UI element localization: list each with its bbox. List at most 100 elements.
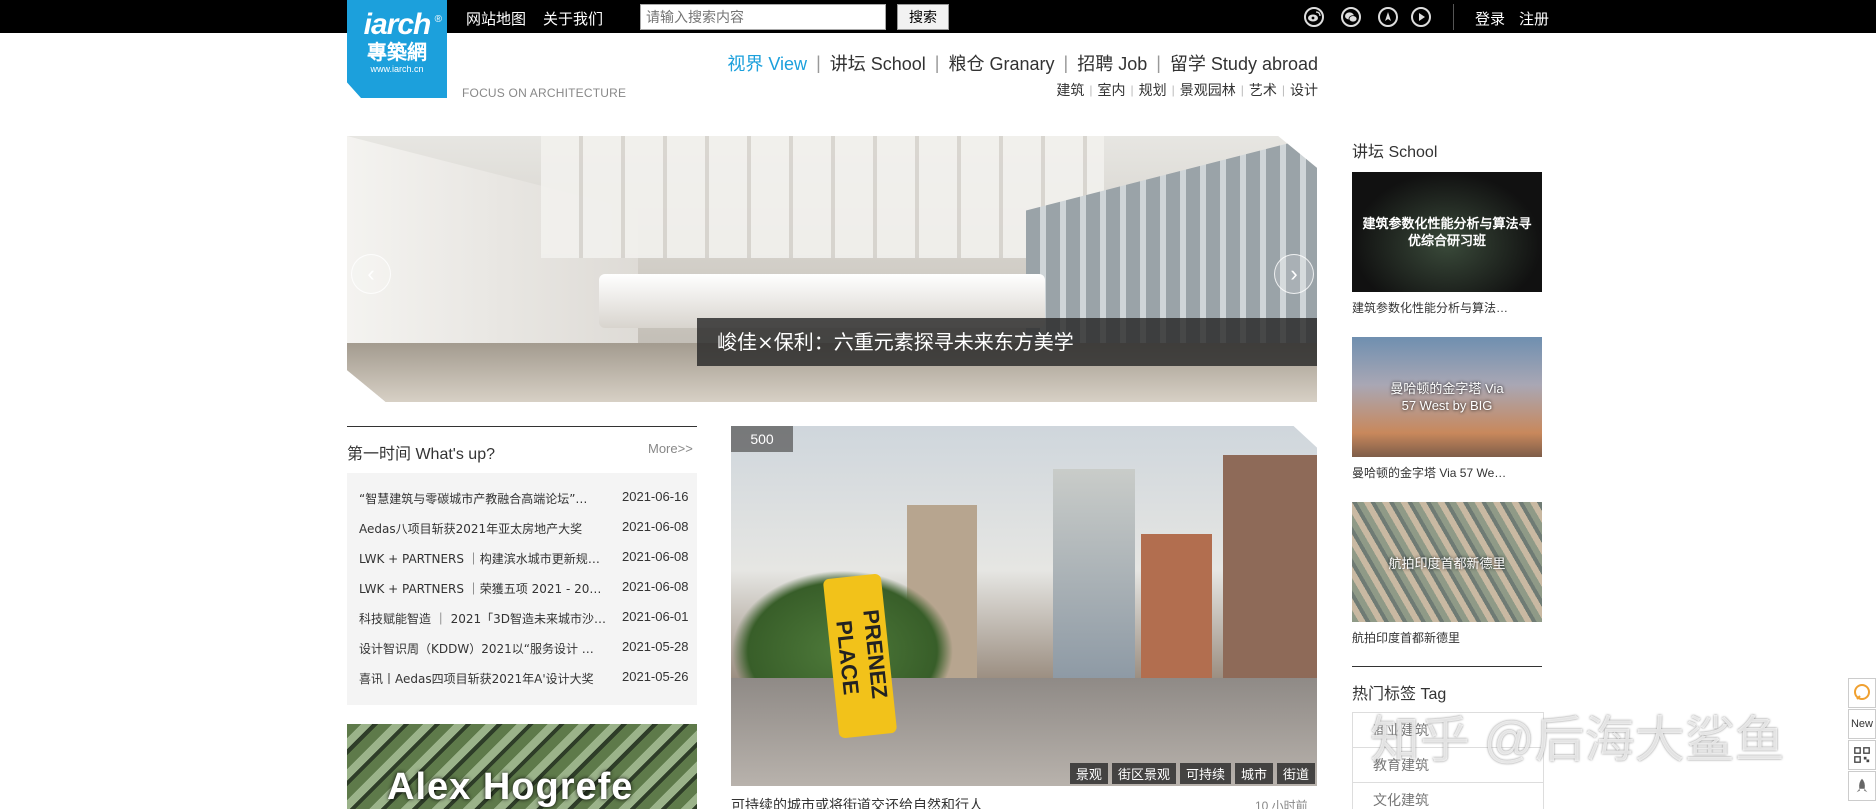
tag-section-title: 热门标签 Tag: [1352, 686, 1447, 703]
login-link[interactable]: 登录: [1475, 8, 1505, 29]
rocket-icon[interactable]: [1848, 771, 1876, 801]
subnav-separator: |: [1130, 83, 1134, 97]
news-title[interactable]: LWK + PARTNERS ｜荣獲五项 2021 - 2022 …: [359, 580, 607, 597]
nav-item-school[interactable]: 讲坛 School: [830, 50, 926, 76]
subnav-separator: |: [1281, 83, 1285, 97]
news-date: 2021-06-08: [622, 579, 689, 594]
nav-item-granary[interactable]: 粮仓 Granary: [948, 50, 1054, 76]
topbar-divider: [1453, 4, 1454, 30]
news-date: 2021-05-28: [622, 639, 689, 654]
sitemap-link[interactable]: 网站地图: [466, 8, 526, 29]
featured-article-title[interactable]: 可持续的城市或将街道交还给自然和行人: [731, 795, 983, 809]
subnav-item-architecture[interactable]: 建筑: [1056, 80, 1084, 100]
new-widget[interactable]: New: [1848, 709, 1876, 739]
search-button[interactable]: 搜索: [897, 4, 949, 30]
subnav-separator: |: [1240, 83, 1244, 97]
whatsup-divider: [347, 426, 697, 427]
school-thumb-3[interactable]: 航拍印度首都新德里: [1352, 502, 1542, 622]
school-section-title: 讲坛 School: [1352, 144, 1438, 161]
news-date: 2021-05-26: [622, 669, 689, 684]
news-title[interactable]: “智慧建筑与零碳城市产教融合高端论坛”…: [359, 490, 607, 507]
view-count-badge: 500: [731, 426, 793, 452]
whatsup-title: 第一时间 What's up?: [347, 446, 495, 463]
site-logo[interactable]: ® iarch 專築網 www.iarch.cn: [347, 0, 447, 98]
news-title[interactable]: LWK + PARTNERS ｜构建滨水城市更新规划…: [359, 550, 607, 567]
news-item[interactable]: LWK + PARTNERS ｜构建滨水城市更新规划… 2021-06-08: [347, 543, 697, 573]
subnav-separator: |: [1171, 83, 1175, 97]
feature-tag[interactable]: 街道: [1276, 763, 1315, 784]
play-icon[interactable]: [1411, 7, 1431, 27]
whatsup-list: “智慧建筑与零碳城市产教融合高端论坛”… 2021-06-16 Aedas八项目…: [347, 473, 697, 705]
nav-item-job[interactable]: 招聘 Job: [1077, 50, 1147, 76]
about-us-link[interactable]: 关于我们: [543, 8, 603, 29]
news-title[interactable]: 科技赋能智造 ｜ 2021「3D智造未来城市沙…: [359, 610, 607, 627]
news-item[interactable]: 科技赋能智造 ｜ 2021「3D智造未来城市沙… 2021-06-01: [347, 603, 697, 633]
news-date: 2021-06-16: [622, 489, 689, 504]
news-item[interactable]: 喜讯丨Aedas四项目斩获2021年A'设计大奖 2021-05-26: [347, 663, 697, 693]
news-date: 2021-06-08: [622, 519, 689, 534]
tag-list: 商业建筑 教育建筑 文化建筑: [1352, 712, 1544, 809]
feature-tag[interactable]: 街区景观: [1111, 763, 1176, 784]
qrcode-icon[interactable]: [1848, 740, 1876, 770]
weibo-icon[interactable]: [1304, 7, 1324, 27]
school-caption-3[interactable]: 航拍印度首都新德里: [1352, 629, 1542, 646]
logo-wordmark: iarch: [363, 8, 432, 41]
nav-item-view[interactable]: 视界 View: [727, 50, 807, 76]
subnav-item-design[interactable]: 设计: [1290, 80, 1318, 100]
hero-caption[interactable]: 峻佳×保利：六重元素探寻未来东方美学: [697, 318, 1317, 366]
whatsup-more-link[interactable]: More>>: [648, 441, 693, 456]
school-thumb-1[interactable]: 建筑参数化性能分析与算法寻优综合研习班: [1352, 172, 1542, 292]
school-caption-2[interactable]: 曼哈顿的金字塔 Via 57 We…: [1352, 464, 1542, 481]
site-tagline: FOCUS ON ARCHITECTURE: [462, 86, 627, 100]
featured-article-image[interactable]: PRENEZ PLACE 500 景观 街区景观 可持续 城市 街道: [731, 426, 1317, 786]
feature-building: [1223, 454, 1317, 678]
registered-mark: ®: [434, 14, 442, 25]
tag-item[interactable]: 商业建筑: [1353, 713, 1543, 748]
feature-tag[interactable]: 城市: [1234, 763, 1273, 784]
school-thumb-3-overlay: 航拍印度首都新德里: [1388, 555, 1506, 571]
news-title[interactable]: 设计智识周（KDDW）2021以“服务设计 …: [359, 640, 607, 657]
feature-building: [1053, 469, 1136, 678]
featured-article-time: 10 小时前: [1255, 799, 1308, 809]
subnav-item-landscape[interactable]: 景观园林: [1180, 80, 1236, 100]
news-title[interactable]: Aedas八项目斩获2021年亚太房地产大奖: [359, 520, 607, 537]
feature-tag[interactable]: 可持续: [1179, 763, 1231, 784]
logo-chinese-name: 專築網: [367, 42, 427, 64]
nav-separator: |: [1063, 52, 1069, 73]
qq-chat-icon[interactable]: [1848, 678, 1876, 708]
tag-item[interactable]: 教育建筑: [1353, 748, 1543, 783]
school-thumb-2-overlay: 曼哈顿的金字塔 Via 57 West by BIG: [1390, 381, 1504, 413]
news-date: 2021-06-01: [622, 609, 689, 624]
news-item[interactable]: Aedas八项目斩获2021年亚太房地产大奖 2021-06-08: [347, 513, 697, 543]
logo-url: www.iarch.cn: [370, 64, 424, 74]
news-item[interactable]: “智慧建筑与零碳城市产教融合高端论坛”… 2021-06-16: [347, 483, 697, 513]
news-item[interactable]: 设计智识周（KDDW）2021以“服务设计 … 2021-05-28: [347, 633, 697, 663]
top-bar: 网站地图 关于我们 搜索 登录 注册: [0, 0, 1876, 33]
main-nav: 视界 View | 讲坛 School | 粮仓 Granary | 招聘 Jo…: [727, 50, 1318, 76]
subnav-item-planning[interactable]: 规划: [1139, 80, 1167, 100]
tag-item[interactable]: 文化建筑: [1353, 783, 1543, 809]
register-link[interactable]: 注册: [1519, 8, 1549, 29]
hero-slider[interactable]: ‹ › 峻佳×保利：六重元素探寻未来东方美学: [347, 136, 1317, 402]
wechat-icon[interactable]: [1341, 7, 1361, 27]
news-item[interactable]: LWK + PARTNERS ｜荣獲五项 2021 - 2022 … 2021-…: [347, 573, 697, 603]
slider-prev-button[interactable]: ‹: [351, 254, 391, 294]
hero-image-ceiling: [541, 136, 1104, 259]
news-title[interactable]: 喜讯丨Aedas四项目斩获2021年A'设计大奖: [359, 670, 607, 687]
slider-next-button[interactable]: ›: [1274, 254, 1314, 294]
school-thumb-1-overlay: 建筑参数化性能分析与算法寻优综合研习班: [1362, 216, 1532, 248]
promo-banner[interactable]: Alex Hogrefe: [347, 724, 697, 809]
nav-separator: |: [816, 52, 821, 73]
sub-nav: 建筑 | 室内 | 规划 | 景观园林 | 艺术 | 设计: [1056, 80, 1318, 100]
feature-tag[interactable]: 景观: [1069, 763, 1108, 784]
search-input[interactable]: [640, 4, 886, 30]
nav-separator: |: [1156, 52, 1161, 73]
subnav-item-interior[interactable]: 室内: [1098, 80, 1126, 100]
subnav-item-art[interactable]: 艺术: [1249, 80, 1277, 100]
promo-banner-text: Alex Hogrefe: [387, 766, 634, 808]
nav-item-study-abroad[interactable]: 留学 Study abroad: [1170, 50, 1318, 76]
subnav-separator: |: [1089, 83, 1093, 97]
lotus-icon[interactable]: [1378, 7, 1398, 27]
school-caption-1[interactable]: 建筑参数化性能分析与算法…: [1352, 299, 1542, 316]
school-thumb-2[interactable]: 曼哈顿的金字塔 Via 57 West by BIG: [1352, 337, 1542, 457]
